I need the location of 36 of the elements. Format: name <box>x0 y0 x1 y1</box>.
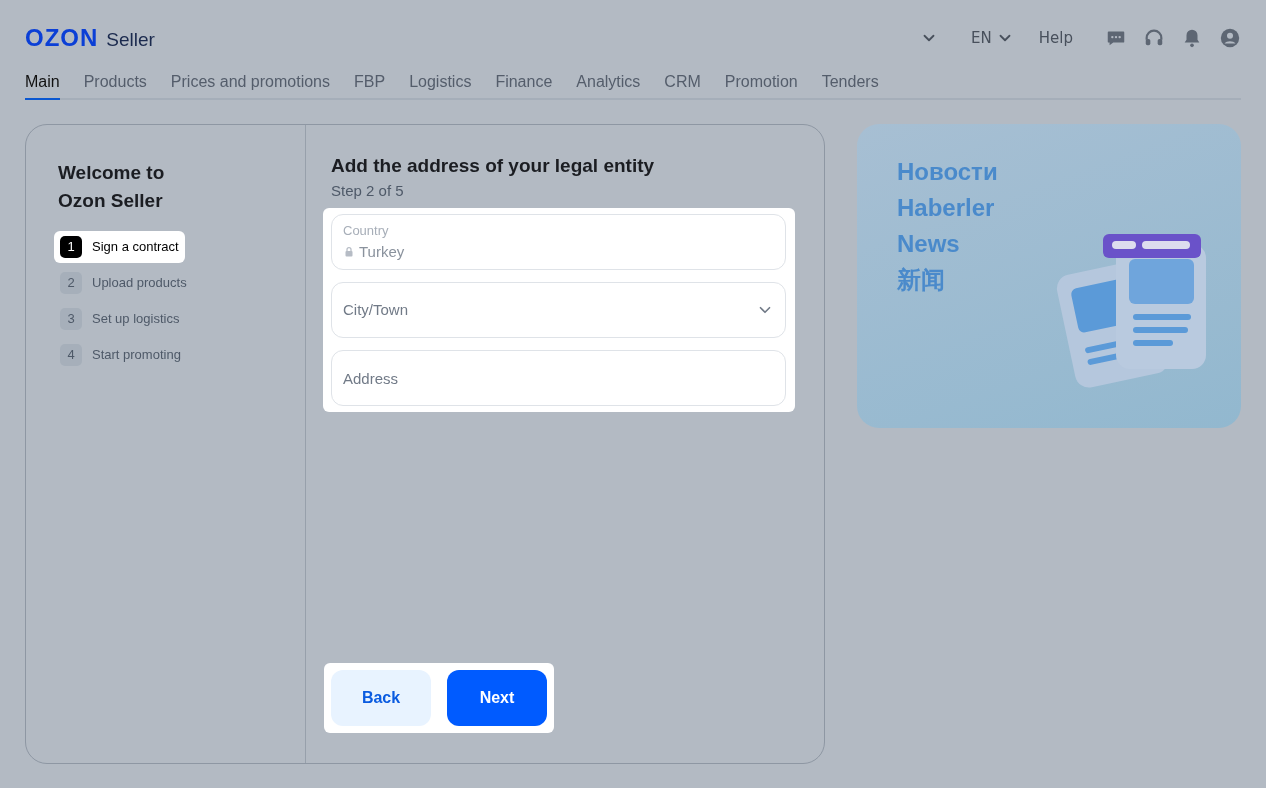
step-item[interactable]: 4 Start promoting <box>54 339 187 371</box>
banner-heading: Новости <box>897 157 999 187</box>
banner-heading: News <box>897 229 961 259</box>
form-title: Add the address of your legal entity <box>331 155 656 178</box>
step-number: 1 <box>60 236 82 258</box>
nav-tab[interactable]: Prices and promotions <box>170 60 330 100</box>
logo-subtitle: Seller <box>106 28 155 52</box>
step-counter: Step 2 of 5 <box>331 180 405 201</box>
step-number: 2 <box>60 272 82 294</box>
lock-icon <box>343 246 355 259</box>
sidebar-title: Welcome to Ozon Seller <box>58 161 166 213</box>
nav-tab[interactable]: Finance <box>495 60 553 100</box>
banner-heading: Haberler <box>897 193 996 223</box>
help-link[interactable]: Help <box>1038 26 1073 50</box>
logo[interactable]: OZON <box>25 20 99 56</box>
nav-tab[interactable]: FBP <box>354 60 386 100</box>
banner-heading: 新闻 <box>897 265 946 295</box>
city-select[interactable]: City/Town <box>331 282 786 339</box>
nav-tab[interactable]: Products <box>83 60 147 100</box>
step-item[interactable]: 1 Sign a contract <box>54 231 185 263</box>
nav-tab[interactable]: Tenders <box>821 60 879 100</box>
nav-tab[interactable]: Main <box>25 60 60 100</box>
next-button[interactable]: Next <box>447 670 547 726</box>
back-button[interactable]: Back <box>331 670 431 726</box>
step-item[interactable]: 2 Upload products <box>54 267 193 299</box>
country-field[interactable]: Country Turkey <box>331 214 786 271</box>
nav-tab[interactable]: Analytics <box>576 60 641 100</box>
nav-tab[interactable]: Promotion <box>724 60 798 100</box>
step-item[interactable]: 3 Set up logistics <box>54 303 186 335</box>
language-selector[interactable]: EN <box>970 25 1015 51</box>
step-number: 3 <box>60 308 82 330</box>
nav-tab[interactable]: CRM <box>664 60 701 100</box>
step-number: 4 <box>60 344 82 366</box>
address-field[interactable]: Address <box>331 350 786 407</box>
nav-tab[interactable]: Logistics <box>409 60 472 100</box>
user-icon[interactable] <box>1219 27 1241 49</box>
